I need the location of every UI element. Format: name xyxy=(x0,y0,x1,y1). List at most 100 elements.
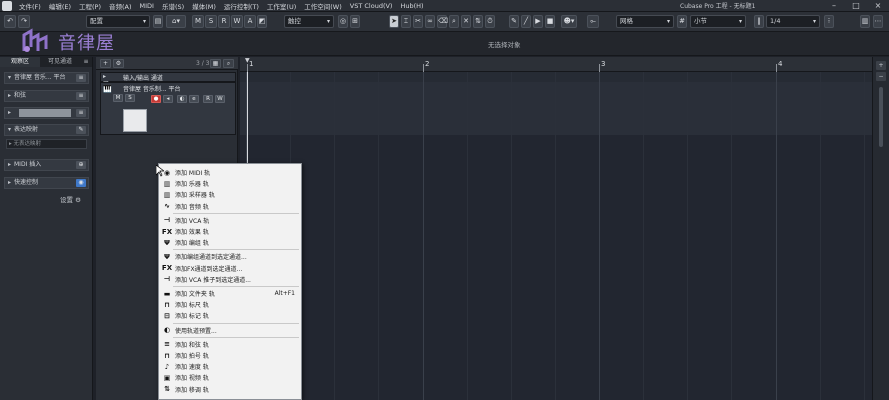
list-icon[interactable]: ≡ xyxy=(76,74,86,82)
menu-vst-cloud[interactable]: VST Cloud(V) xyxy=(346,2,397,10)
search-icon[interactable]: ⌕ xyxy=(223,59,234,68)
menu-item-transpose[interactable]: ⇅ 添加 移调 轨 xyxy=(159,384,301,395)
menu-item-preset[interactable]: ◐ 使用轨道预置... xyxy=(159,325,301,336)
menu-item-midi[interactable]: ◉ 添加 MIDI 轨 xyxy=(159,167,301,178)
inspector-section-chords[interactable]: ▸ 和弦 ≡ xyxy=(4,90,89,102)
track-row-instrument[interactable]: 🎹 音律屋 音乐制... 平台 M S ● ◂ ◐ e R W xyxy=(100,82,236,135)
close-button[interactable]: × xyxy=(867,0,889,12)
track-row-io-channel[interactable]: ▸ ▥ 输入/输出 通道 xyxy=(100,72,236,87)
list-icon[interactable]: ≡ xyxy=(76,109,86,117)
inspector-menu-icon[interactable]: ≡ xyxy=(80,57,92,67)
tab-inspector[interactable]: 观察区 xyxy=(0,57,40,67)
monitor-icon[interactable]: ◂ xyxy=(163,95,173,103)
quick-control-toggle-icon[interactable]: ◉ xyxy=(76,179,86,187)
quantize-settings-icon[interactable]: ⁝ xyxy=(824,15,834,28)
timebase-icon[interactable]: ◐ xyxy=(177,95,187,103)
split-tool-icon[interactable]: ✂ xyxy=(413,15,423,28)
menu-item-fx[interactable]: FX 添加FX通道到选定通道... xyxy=(159,263,301,274)
zoom-in-icon[interactable]: + xyxy=(876,61,886,70)
menu-audio[interactable]: 音频(A) xyxy=(105,1,136,11)
maximize-button[interactable]: □ xyxy=(845,0,867,12)
menu-item-tempo[interactable]: ♪ 添加 速度 轨 xyxy=(159,361,301,372)
menu-workspaces[interactable]: 工作空间(W) xyxy=(300,1,346,11)
toolbar-setup-icon[interactable]: ⋯ xyxy=(873,15,883,28)
menu-item-marker[interactable]: ⊟ 添加 标记 轨 xyxy=(159,310,301,321)
plug-icon[interactable]: ⊕ xyxy=(76,161,86,169)
touch-mode-select[interactable]: 触控 ▾ xyxy=(284,15,334,28)
color-tool-icon[interactable]: ■ xyxy=(545,15,555,28)
volume-slider[interactable] xyxy=(19,109,71,117)
menu-transport[interactable]: 运行控制(T) xyxy=(220,1,263,11)
arrange-area[interactable] xyxy=(240,72,872,400)
inspector-section-quick-controls[interactable]: ▸ 快速控制 ◉ xyxy=(4,177,89,189)
menu-file[interactable]: 文件(F) xyxy=(15,1,45,11)
menu-item-group[interactable]: Ψ 添加 编组 轨 xyxy=(159,237,301,248)
vertical-scrollbar[interactable] xyxy=(879,87,883,147)
media-bay-icon[interactable]: ⌂▾ xyxy=(166,15,186,28)
menu-hub[interactable]: Hub(H) xyxy=(396,2,427,10)
erase-tool-icon[interactable]: ⌫ xyxy=(437,15,448,28)
menu-studio[interactable]: 工作室(U) xyxy=(263,1,300,11)
solo-button[interactable]: S xyxy=(125,94,135,102)
snap-toggle-icon[interactable]: ⟜ xyxy=(587,15,599,28)
time-warp-tool-icon[interactable]: ⏱ xyxy=(485,15,495,28)
write-automation-button[interactable]: W xyxy=(231,15,243,28)
menu-score[interactable]: 乐谱(S) xyxy=(158,1,188,11)
automation-mode-button[interactable]: A xyxy=(244,15,256,28)
draw-tool-icon[interactable]: ✎ xyxy=(509,15,519,28)
menu-item-chord[interactable]: ≡ 添加 和弦 轨 xyxy=(159,339,301,350)
timeline-ruler[interactable]: ▼ 1 2 3 4 xyxy=(240,57,872,72)
comp-tool-icon[interactable]: ⇅ xyxy=(473,15,483,28)
track-filter-icon[interactable]: ▦ xyxy=(210,59,221,68)
inspector-section-midi-inserts[interactable]: ▸ MIDI 插入 ⊕ xyxy=(4,159,89,171)
inspector-settings-link[interactable]: 设置 ⚙ xyxy=(60,194,81,204)
menu-item-video[interactable]: ▣ 添加 视频 轨 xyxy=(159,372,301,383)
grid-icon[interactable]: # xyxy=(677,15,687,28)
expression-map-field[interactable]: ▸ 无表达映射 xyxy=(6,139,87,149)
record-enable-icon[interactable]: ● xyxy=(151,95,161,103)
snap-unit-select[interactable]: 小节 ▾ xyxy=(690,15,746,28)
read-automation-toggle[interactable]: R xyxy=(203,95,213,103)
read-automation-button[interactable]: R xyxy=(218,15,230,28)
menu-item-signature[interactable]: ⊓ 添加 拍号 轨 xyxy=(159,350,301,361)
automation-panel-icon[interactable]: ◩ xyxy=(257,15,267,28)
edit-icon[interactable]: ✎ xyxy=(76,126,86,134)
quantize-select[interactable]: 1/4 ▾ xyxy=(766,15,820,28)
menu-item-sampler[interactable]: ▥ 添加 采样器 轨 xyxy=(159,189,301,200)
track-tools-icon[interactable]: ⚙ xyxy=(113,59,124,68)
menu-media[interactable]: 媒体(M) xyxy=(188,1,220,11)
grid-type-select[interactable]: 网格 ▾ xyxy=(616,15,674,28)
quantize-icon[interactable]: ‖ xyxy=(754,15,764,28)
menu-item-piano[interactable]: ▥ 添加 乐器 轨 xyxy=(159,178,301,189)
object-selection-tool-icon[interactable]: ➤ xyxy=(389,15,399,28)
line-tool-icon[interactable]: ╱ xyxy=(521,15,531,28)
inspector-section-track[interactable]: ▾ 音律屋 音乐... 平台 ≡ xyxy=(4,72,89,84)
edit-instrument-icon[interactable]: e xyxy=(189,95,199,103)
undo-button[interactable]: ↶ xyxy=(4,15,16,28)
mute-button[interactable]: M xyxy=(113,94,123,102)
play-tool-icon[interactable]: ▶ xyxy=(533,15,543,28)
menu-item-group[interactable]: Ψ 添加编组通道到选定通道... xyxy=(159,251,301,262)
glue-tool-icon[interactable]: ∞ xyxy=(425,15,435,28)
zoom-tool-icon[interactable]: ⌕ xyxy=(449,15,459,28)
inspector-section-volume[interactable]: ▸ ≡ xyxy=(4,107,89,119)
menu-item-folder[interactable]: ▬ 添加 文件夹 轨 Alt+F1 xyxy=(159,288,301,299)
window-zone-icon[interactable]: ▥ xyxy=(860,15,870,28)
add-track-icon[interactable]: + xyxy=(100,59,111,68)
zoom-out-icon[interactable]: − xyxy=(876,72,886,81)
write-automation-toggle[interactable]: W xyxy=(215,95,225,103)
range-tool-icon[interactable]: ⌶ xyxy=(401,15,411,28)
minimize-button[interactable]: – xyxy=(823,0,845,12)
inspector-section-expression-map[interactable]: ▾ 表达映射 ✎ xyxy=(4,124,89,136)
autoscroll-icon[interactable]: ◎ xyxy=(338,15,348,28)
color-picker-icon[interactable]: ☻▾ xyxy=(561,15,577,28)
menu-midi[interactable]: MIDI xyxy=(136,2,158,10)
solo-mode-button[interactable]: S xyxy=(205,15,217,28)
menu-item-fx[interactable]: FX 添加 效果 轨 xyxy=(159,226,301,237)
cubase-app-icon[interactable] xyxy=(2,0,12,11)
tab-visibility[interactable]: 可见通道 xyxy=(40,57,80,67)
list-icon[interactable]: ≡ xyxy=(76,92,86,100)
menu-item-vca[interactable]: ⊣ 添加 VCA 推子到选定通道... xyxy=(159,274,301,285)
mute-tool-icon[interactable]: ✕ xyxy=(461,15,471,28)
menu-project[interactable]: 工程(P) xyxy=(75,1,105,11)
